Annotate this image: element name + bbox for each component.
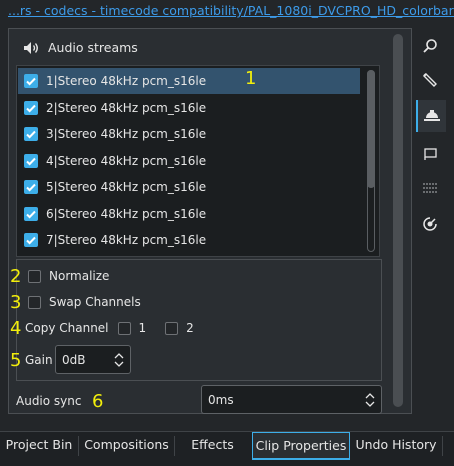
spin-arrows-icon[interactable] (114, 351, 124, 369)
search-tool-button[interactable] (416, 32, 444, 60)
audio-icon (424, 110, 440, 121)
annotation-2: 2 (10, 266, 22, 287)
audio-sync-spinbox[interactable]: 0ms (201, 385, 382, 414)
audio-sync-value: 0ms (208, 392, 234, 407)
swap-channels-row[interactable]: Swap Channels (28, 295, 141, 309)
stream-label: 6|Stereo 48kHz pcm_s16le (46, 206, 207, 221)
stream-label: 4|Stereo 48kHz pcm_s16le (46, 153, 207, 168)
grid-tool-button[interactable] (416, 174, 444, 202)
stream-checkbox[interactable] (24, 127, 38, 141)
stream-label: 7|Stereo 48kHz pcm_s16le (46, 233, 207, 247)
tab-compositions[interactable]: Compositions (79, 432, 174, 460)
stream-checkbox[interactable] (24, 100, 38, 115)
clip-file-link[interactable]: ...rs - codecs - timecode compatibility/… (8, 3, 454, 18)
stream-label: 3|Stereo 48kHz pcm_s16le (46, 127, 207, 141)
panel-scrollbar[interactable] (393, 34, 403, 407)
copy-channel-label: Copy Channel (25, 321, 109, 335)
swap-channels-label: Swap Channels (49, 295, 141, 309)
edit-tool-button[interactable] (416, 66, 444, 94)
annotation-5: 5 (10, 350, 22, 371)
gain-spinbox[interactable]: 0dB (55, 345, 131, 374)
swap-channels-checkbox[interactable] (28, 295, 41, 309)
audio-stream-list[interactable]: 1|Stereo 48kHz pcm_s16le 2|Stereo 48kHz … (16, 65, 380, 257)
gain-value: 0dB (62, 352, 86, 367)
audio-streams-title: Audio streams (48, 40, 138, 55)
annotation-6: 6 (92, 391, 104, 412)
spin-arrows-icon[interactable] (365, 391, 375, 409)
stream-label: 5|Stereo 48kHz pcm_s16le (46, 180, 207, 194)
audio-tool-button[interactable] (416, 100, 446, 132)
normalize-label: Normalize (49, 269, 110, 283)
copy-channel-1-label: 1 (138, 321, 147, 335)
list-item[interactable]: 5|Stereo 48kHz pcm_s16le (18, 174, 360, 200)
annotation-1: 1 (245, 68, 257, 89)
list-item[interactable]: 6|Stereo 48kHz pcm_s16le (18, 201, 360, 227)
normalize-checkbox[interactable] (28, 269, 41, 283)
normalize-row[interactable]: Normalize (28, 269, 109, 283)
annotation-3: 3 (10, 292, 22, 313)
list-item[interactable]: 3|Stereo 48kHz pcm_s16le (18, 121, 360, 147)
tab-clip-properties[interactable]: Clip Properties (252, 432, 350, 460)
audio-sync-label: Audio sync (16, 394, 82, 408)
copy-channel-row: Copy Channel 1 2 (25, 321, 194, 335)
tab-undo-history[interactable]: Undo History (351, 432, 441, 460)
copy-channel-1-checkbox[interactable] (117, 321, 131, 335)
copy-channel-2-label: 2 (186, 321, 194, 335)
copy-channel-2-checkbox[interactable] (165, 321, 179, 335)
speed-tool-button[interactable] (416, 210, 444, 238)
stream-label: 2|Stereo 48kHz pcm_s16le (46, 100, 207, 115)
transform-tool-button[interactable] (416, 140, 444, 168)
stream-checkbox[interactable] (24, 180, 38, 194)
list-item[interactable]: 1|Stereo 48kHz pcm_s16le (18, 68, 360, 94)
tab-effects[interactable]: Effects (175, 432, 250, 460)
audio-streams-header: Audio streams (23, 40, 138, 55)
speaker-icon (24, 41, 38, 54)
pencil-icon (423, 73, 437, 87)
list-item[interactable]: 2|Stereo 48kHz pcm_s16le (18, 95, 360, 121)
dock-tab-bar: Project Bin Compositions Effects Clip Pr… (0, 431, 454, 466)
transform-icon (424, 148, 437, 160)
stream-label: 1|Stereo 48kHz pcm_s16le (46, 74, 207, 88)
stream-checkbox[interactable] (24, 206, 38, 221)
list-item[interactable]: 7|Stereo 48kHz pcm_s16le (18, 227, 360, 253)
stream-checkbox[interactable] (24, 233, 38, 247)
grid-icon (423, 183, 437, 193)
annotation-4: 4 (10, 318, 22, 339)
tab-project-bin[interactable]: Project Bin (0, 432, 78, 460)
speed-icon (423, 217, 437, 231)
stream-checkbox[interactable] (24, 153, 38, 168)
list-item[interactable]: 4|Stereo 48kHz pcm_s16le (18, 148, 360, 174)
tab-separator (442, 436, 443, 456)
stream-checkbox[interactable] (24, 74, 38, 88)
search-icon (423, 39, 437, 53)
gain-label: Gain (25, 353, 53, 367)
stream-list-scroll-thumb[interactable] (367, 70, 375, 188)
